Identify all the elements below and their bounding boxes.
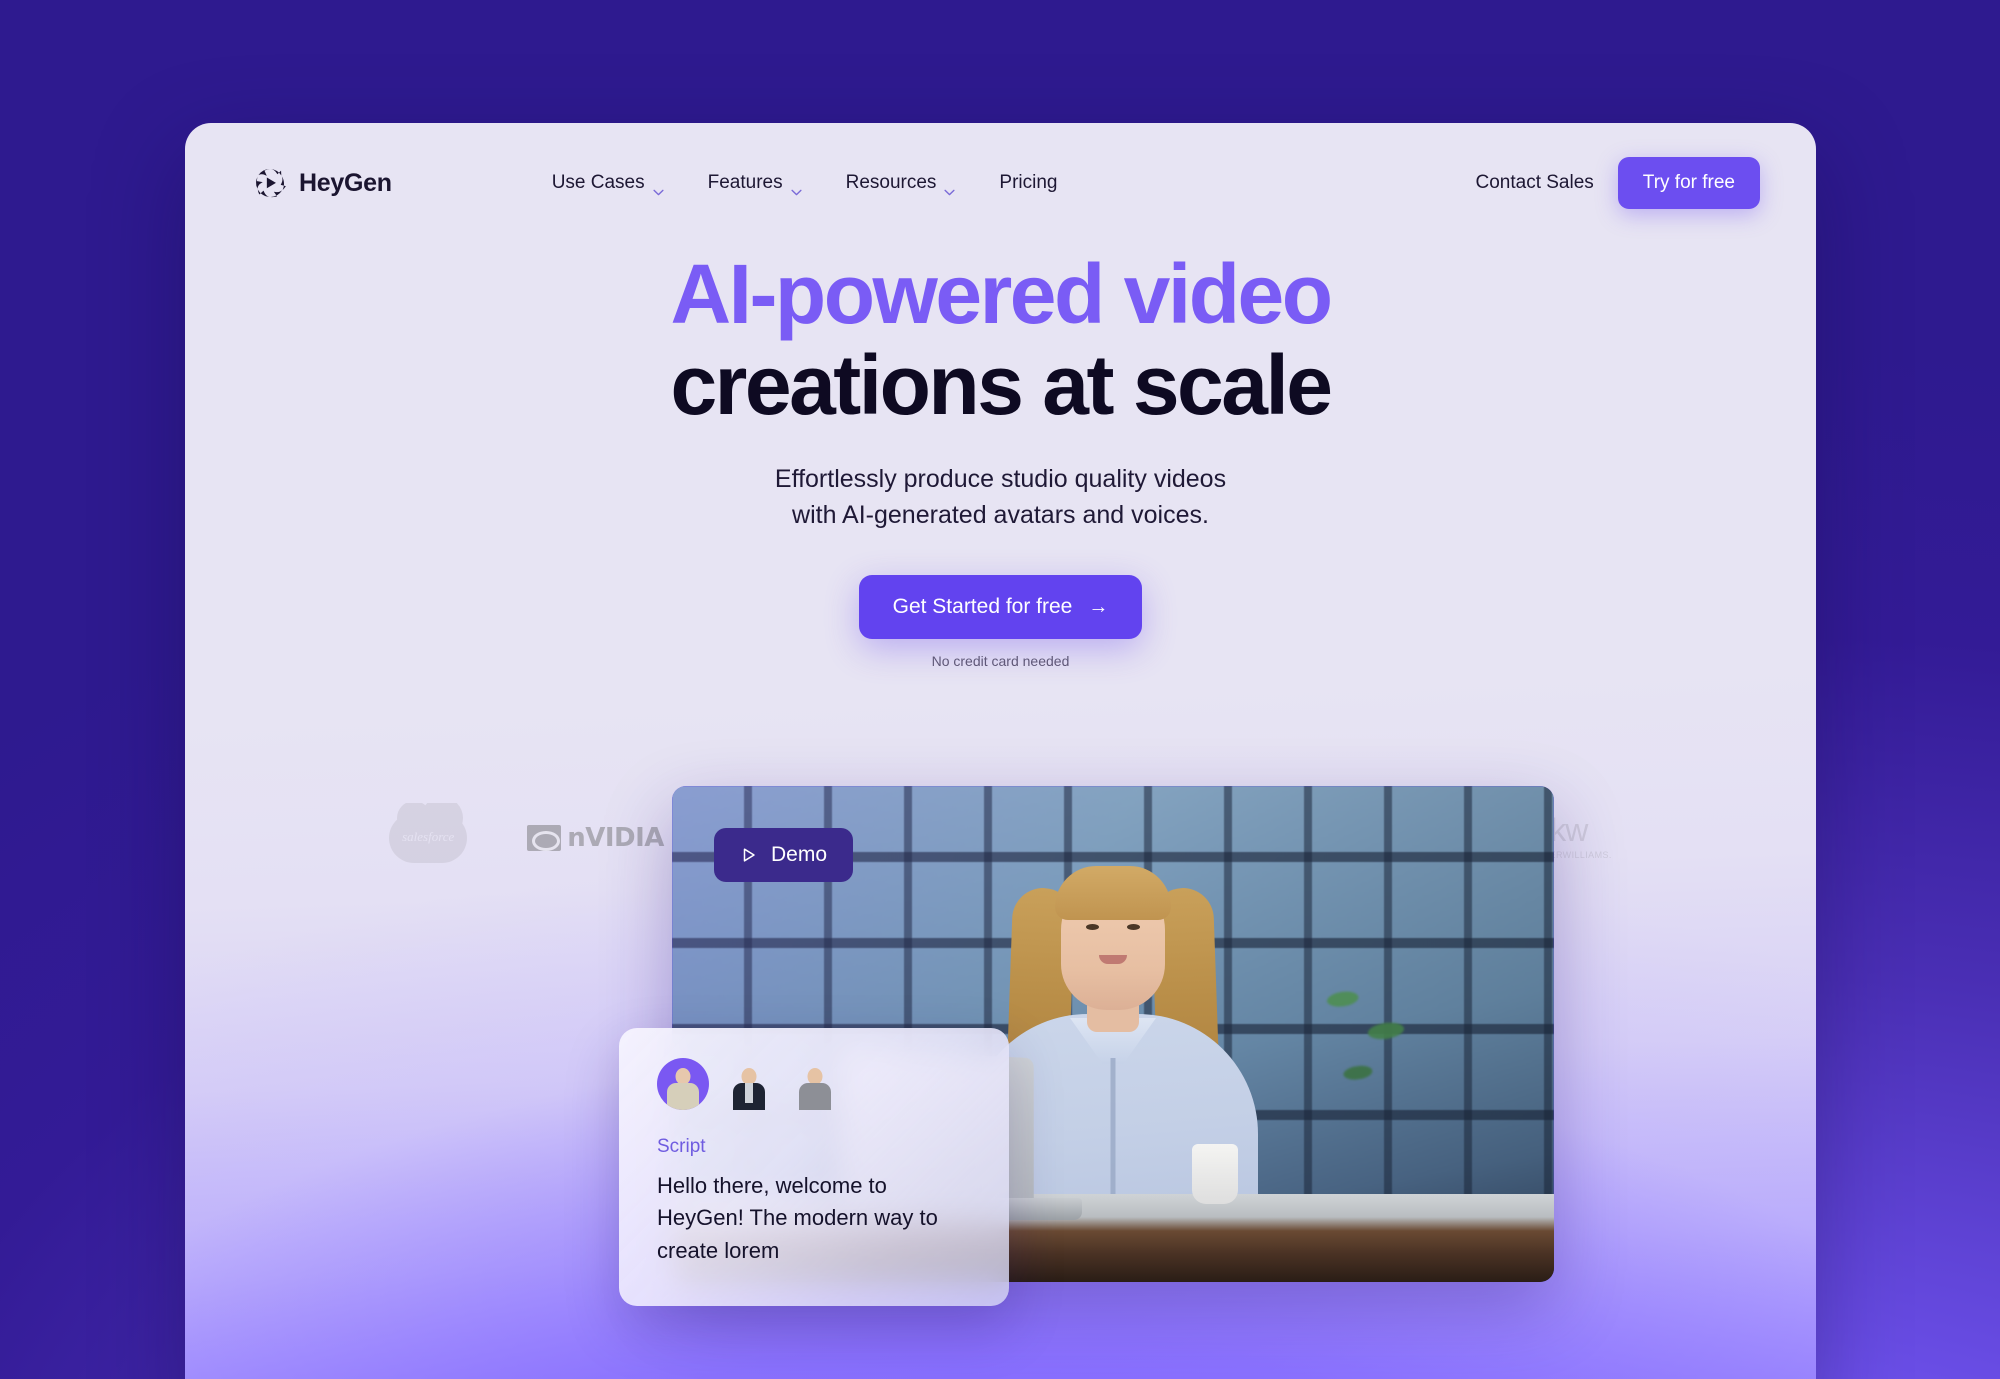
hero-subhead: Effortlessly produce studio quality vide…: [185, 462, 1816, 533]
logo-salesforce-label: salesforce: [402, 829, 455, 844]
nav-item-use-cases-label: Use Cases: [551, 172, 645, 193]
headline-plain-line: creations at scale: [670, 337, 1333, 432]
avatar-male-casual[interactable]: [789, 1058, 841, 1110]
presenter-eye-left: [1086, 924, 1099, 930]
heygen-swirl-play-icon: [253, 166, 287, 200]
logo-nvidia-label: nVIDIA: [567, 823, 664, 853]
nav-item-features[interactable]: Features: [707, 172, 802, 195]
page-title: AI-powered video creations at scale: [185, 249, 1816, 430]
logo-kw-label: kw: [1550, 812, 1588, 848]
arrow-right-icon: →: [1088, 596, 1109, 619]
coffee-mug: [1192, 1144, 1238, 1204]
logo-salesforce: salesforce: [389, 803, 468, 864]
salesforce-cloud-icon: salesforce: [389, 803, 468, 863]
hero-section: AI-powered video creations at scale Effo…: [185, 249, 1816, 670]
avatar-female-selected[interactable]: [657, 1058, 709, 1110]
chevron-down-icon: [944, 180, 955, 195]
office-plant: [1310, 960, 1426, 1122]
nav-actions: Contact Sales Try for free: [1476, 157, 1760, 209]
presenter-hair-top: [1055, 866, 1171, 920]
top-navigation: HeyGen Use Cases Features Resources Pric…: [185, 123, 1816, 243]
nav-item-resources[interactable]: Resources: [845, 172, 956, 195]
try-for-free-button[interactable]: Try for free: [1617, 157, 1760, 209]
avatar-male-suit[interactable]: [723, 1058, 775, 1110]
avatar-body: [667, 1083, 699, 1110]
avatar-selector: [657, 1058, 979, 1110]
avatar-body: [733, 1083, 765, 1110]
get-started-label: Get Started for free: [892, 595, 1073, 619]
no-credit-card-note: No credit card needed: [931, 653, 1070, 670]
nav-item-pricing[interactable]: Pricing: [999, 172, 1057, 194]
nav-item-resources-label: Resources: [845, 172, 937, 193]
hero-subhead-line1: Effortlessly produce studio quality vide…: [774, 465, 1227, 494]
brand-name: HeyGen: [299, 168, 392, 197]
get-started-button[interactable]: Get Started for free →: [858, 575, 1143, 640]
contact-sales-link[interactable]: Contact Sales: [1476, 172, 1594, 194]
nav-item-pricing-label: Pricing: [999, 172, 1058, 193]
play-triangle-icon: [740, 846, 758, 864]
nav-item-use-cases[interactable]: Use Cases: [551, 172, 664, 195]
logo-nvidia: nVIDIA: [527, 812, 664, 864]
script-text[interactable]: Hello there, welcome to HeyGen! The mode…: [657, 1170, 979, 1267]
avatar-body: [799, 1083, 831, 1110]
screenshot-canvas: HeyGen Use Cases Features Resources Pric…: [0, 0, 2000, 1379]
script-card: Script Hello there, welcome to HeyGen! T…: [619, 1028, 1009, 1306]
chevron-down-icon: [791, 180, 802, 195]
headline-accent-line: AI-powered video: [670, 247, 1333, 341]
script-label: Script: [657, 1136, 706, 1157]
hero-subhead-line2: with AI-generated avatars and voices.: [792, 500, 1209, 529]
brand-logo[interactable]: HeyGen: [253, 166, 392, 200]
presenter-eye-right: [1127, 924, 1140, 930]
chevron-down-icon: [653, 180, 664, 195]
nvidia-eye-icon: [527, 825, 562, 851]
nav-item-features-label: Features: [707, 172, 783, 193]
hero-cta-group: Get Started for free → No credit card ne…: [185, 575, 1816, 669]
page-frame: HeyGen Use Cases Features Resources Pric…: [185, 123, 1816, 1379]
demo-badge-label: Demo: [771, 843, 828, 866]
nav-links: Use Cases Features Resources Pricing: [551, 172, 1058, 195]
demo-badge[interactable]: Demo: [714, 828, 854, 882]
